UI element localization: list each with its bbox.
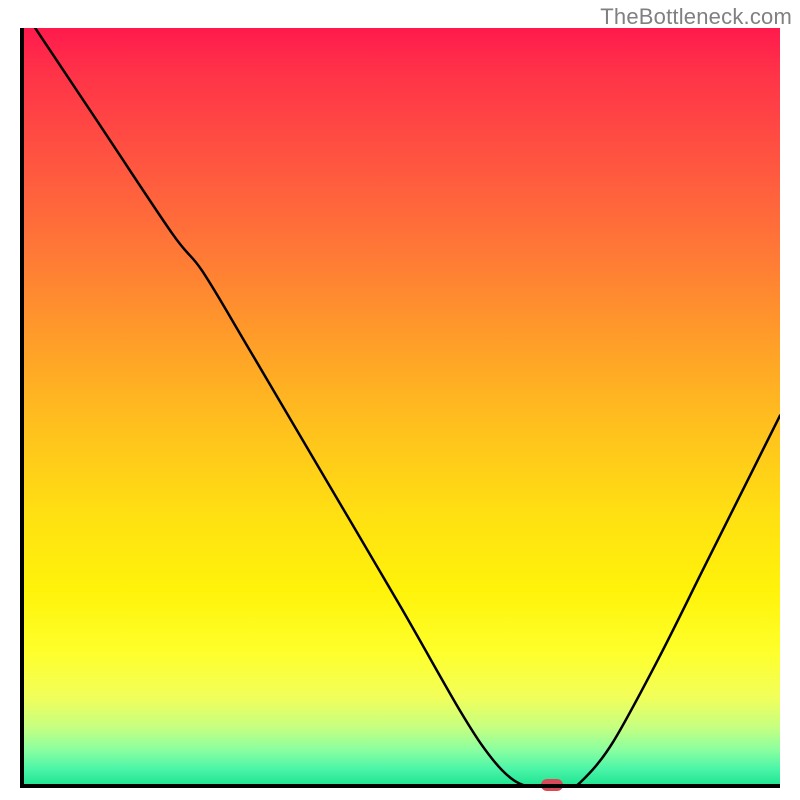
optimal-point-marker [541, 779, 563, 791]
watermark-text: TheBottleneck.com [600, 4, 792, 30]
bottleneck-curve [20, 28, 780, 788]
plot-area [20, 28, 780, 788]
chart-container: TheBottleneck.com [0, 0, 800, 800]
